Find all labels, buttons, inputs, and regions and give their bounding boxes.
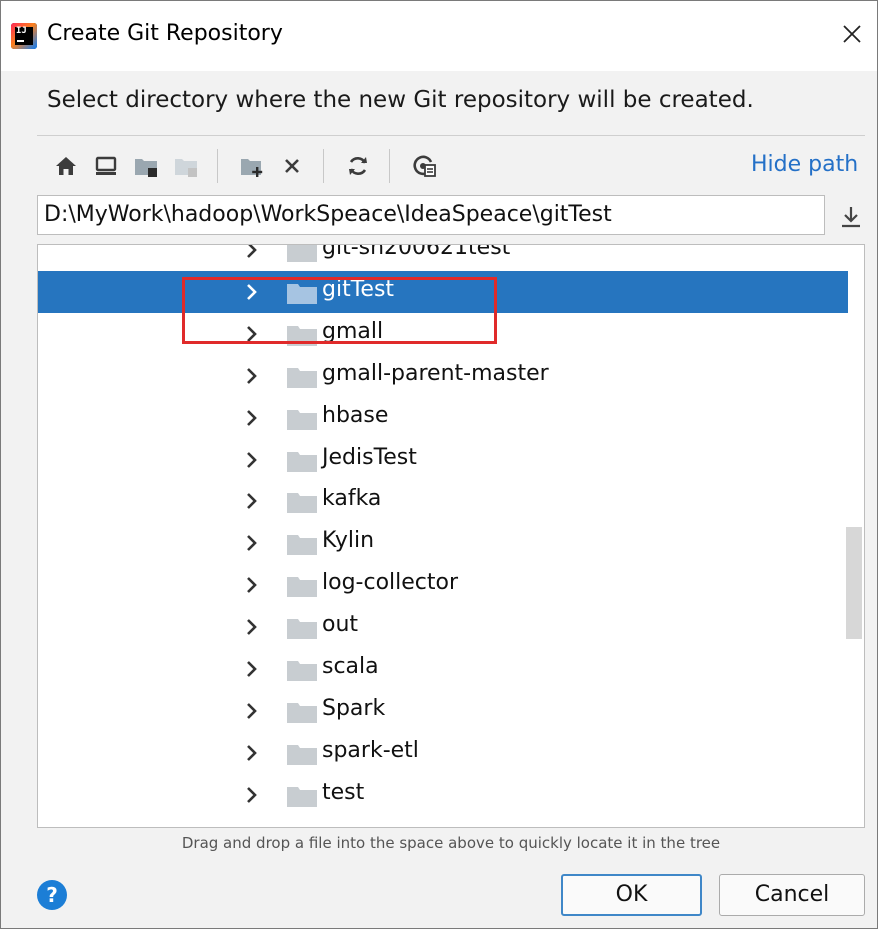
tree-row-label: Spark [322, 695, 386, 721]
chevron-right-icon[interactable] [244, 492, 260, 510]
tree-row[interactable]: out [38, 606, 848, 648]
show-hidden-icon [413, 155, 436, 177]
chevron-right-icon[interactable] [244, 534, 260, 552]
intellij-idea-icon: IJ [11, 23, 37, 49]
tree-row-label: gmall-parent-master [322, 360, 549, 386]
help-button[interactable]: ? [37, 880, 67, 910]
tree-row[interactable]: Spark [38, 690, 848, 732]
chevron-right-icon[interactable] [244, 409, 260, 427]
download-path-button[interactable] [837, 201, 865, 231]
tree-row[interactable]: gmall-parent-master [38, 355, 848, 397]
folder-icon [287, 367, 317, 388]
chevron-right-icon[interactable] [244, 451, 260, 469]
tree-row-label: Kylin [322, 528, 375, 554]
folder-icon [287, 661, 317, 681]
divider [37, 135, 865, 136]
folder-icon [287, 619, 317, 640]
tree-row[interactable]: Kylin [38, 522, 848, 564]
chevron-right-icon[interactable] [244, 576, 260, 594]
tree-row-label: test [322, 779, 365, 805]
chevron-right-icon[interactable] [244, 244, 260, 259]
folder-icon [287, 535, 317, 556]
close-icon [843, 25, 861, 43]
hide-path-link[interactable]: Hide path [751, 152, 858, 177]
tree-row-label: hbase [322, 402, 389, 428]
new-folder-button[interactable] [237, 151, 267, 181]
home-button[interactable] [51, 151, 81, 181]
path-input[interactable]: D:\MyWork\hadoop\WorkSpeace\IdeaSpeace\g… [37, 195, 825, 235]
tree-row-label: kafka [322, 486, 382, 512]
tree-row[interactable]: git-sh200621test [38, 244, 848, 271]
new-folder-icon [241, 159, 263, 177]
folder-icon [287, 786, 317, 807]
close-button[interactable] [837, 19, 867, 49]
create-git-repository-dialog: IJ Create Git Repository Select director… [0, 0, 878, 929]
title-bar: IJ Create Git Repository [1, 1, 877, 71]
window-title: Create Git Repository [47, 21, 283, 46]
desktop-button[interactable] [91, 151, 121, 181]
project-folder-button[interactable] [131, 151, 161, 181]
folder-icon [287, 493, 317, 514]
module-folder-button[interactable] [171, 151, 201, 181]
tree-row-label: scala [322, 654, 379, 679]
folder-icon [287, 577, 317, 598]
annotation-highlight-box [182, 277, 497, 344]
tree-row[interactable]: spark-etl [38, 732, 848, 774]
folder-icon [287, 744, 317, 765]
tree-row[interactable]: hbase [38, 397, 848, 439]
folder-icon [287, 451, 317, 472]
tree-row[interactable]: test [38, 774, 848, 816]
tree-row[interactable]: log-collector [38, 564, 848, 606]
file-chooser-toolbar [41, 145, 861, 185]
desktop-icon [95, 156, 117, 175]
chevron-right-icon[interactable] [244, 367, 260, 385]
home-icon [56, 157, 76, 175]
chevron-right-icon[interactable] [244, 618, 260, 636]
tree-row[interactable]: scala [38, 648, 848, 690]
chevron-right-icon[interactable] [244, 786, 260, 804]
folder-icon [287, 245, 317, 262]
chevron-right-icon[interactable] [244, 660, 260, 678]
refresh-button[interactable] [343, 151, 373, 181]
show-hidden-button[interactable] [409, 151, 439, 181]
delete-button[interactable] [277, 151, 307, 181]
module-folder-icon [175, 159, 197, 177]
chevron-right-icon[interactable] [244, 744, 260, 762]
tree-scrollbar[interactable] [846, 527, 862, 639]
refresh-icon [349, 157, 367, 175]
tree-row-label: out [322, 612, 359, 638]
cancel-button[interactable]: Cancel [719, 874, 865, 916]
toolbar-separator [217, 149, 218, 183]
project-folder-icon [135, 159, 157, 177]
tree-row-label: git-sh200621test [322, 244, 511, 260]
toolbar-separator [323, 149, 324, 183]
chevron-right-icon[interactable] [244, 702, 260, 720]
toolbar-separator [389, 149, 390, 183]
tree-row[interactable]: kafka [38, 480, 848, 522]
ok-button[interactable]: OK [561, 874, 702, 916]
download-icon [842, 207, 860, 228]
tree-row[interactable]: JedisTest [38, 439, 848, 481]
drag-drop-hint: Drag and drop a file into the space abov… [181, 834, 721, 852]
folder-icon [287, 702, 317, 723]
folder-icon [287, 409, 317, 430]
tree-row-label: log-collector [322, 570, 459, 596]
tree-row-label: JedisTest [322, 444, 417, 470]
tree-row-label: spark-etl [322, 737, 419, 763]
delete-icon [285, 159, 299, 173]
dialog-description: Select directory where the new Git repos… [47, 87, 754, 113]
